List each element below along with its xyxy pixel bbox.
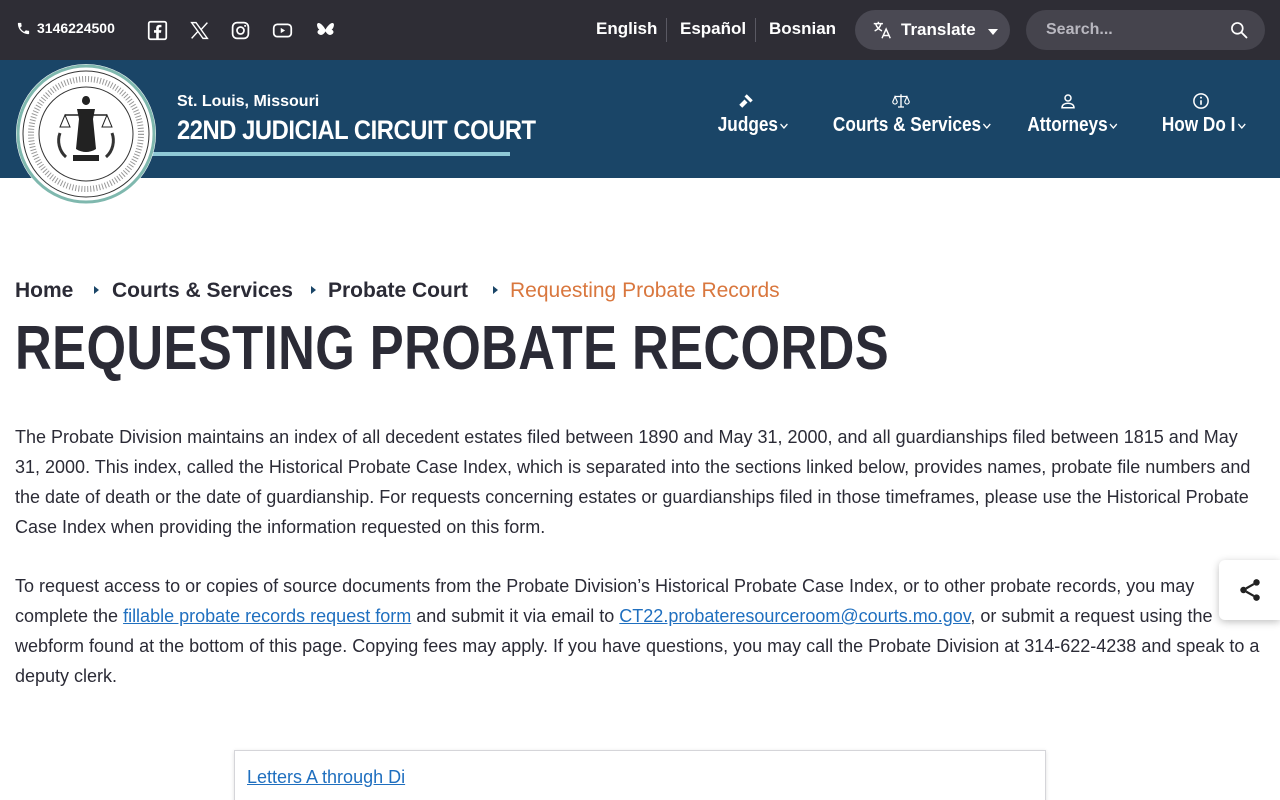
- utility-bar: 3146224500 English Español Bosnian Trans…: [0, 0, 1280, 60]
- intro-paragraph: The Probate Division maintains an index …: [15, 427, 1251, 537]
- chevron-down-icon: [1237, 122, 1246, 129]
- gavel-icon: [739, 94, 753, 108]
- page-title: REQUESTING PROBATE RECORDS: [15, 314, 890, 383]
- lang-espanol[interactable]: Español: [680, 19, 746, 39]
- nav-how-do-i[interactable]: How Do I: [1155, 92, 1247, 137]
- facebook-icon[interactable]: [146, 19, 168, 41]
- paragraph-text: and submit it via email to: [411, 606, 620, 626]
- request-paragraph: To request access to or copies of source…: [15, 571, 1265, 691]
- email-link[interactable]: CT22.probateresourceroom@courts.mo.gov: [619, 606, 970, 626]
- header-accent-line: [150, 152, 510, 156]
- breadcrumb-separator-icon: [493, 286, 498, 294]
- lang-bosnian[interactable]: Bosnian: [769, 19, 836, 39]
- breadcrumb-current: Requesting Probate Records: [510, 279, 780, 302]
- phone-number: 3146224500: [37, 20, 115, 36]
- nav-attorneys[interactable]: Attorneys: [1020, 92, 1118, 137]
- translate-label: Translate: [901, 20, 976, 39]
- divider: [755, 18, 756, 42]
- court-location: St. Louis, Missouri: [177, 93, 320, 110]
- index-links-table: Letters A through Di: [234, 750, 1046, 800]
- chevron-down-icon: [1109, 122, 1118, 129]
- chevron-down-icon: [780, 122, 788, 129]
- court-name[interactable]: 22ND JUDICIAL CIRCUIT COURT: [177, 115, 536, 146]
- request-form-link[interactable]: fillable probate records request form: [123, 606, 411, 626]
- nav-judges[interactable]: Judges: [712, 92, 788, 137]
- translate-button[interactable]: Translate: [855, 10, 1010, 50]
- nav-label: Attorneys: [1027, 114, 1108, 136]
- nav-label: How Do I: [1161, 114, 1236, 136]
- breadcrumb-home[interactable]: Home: [15, 279, 73, 303]
- nav-label: Judges: [717, 114, 778, 136]
- breadcrumb-courts-services[interactable]: Courts & Services: [112, 279, 293, 303]
- search-box: [1026, 10, 1265, 50]
- lang-english[interactable]: English: [596, 19, 657, 39]
- nav-courts-services[interactable]: Courts & Services: [820, 92, 991, 137]
- person-icon: [1060, 94, 1075, 109]
- phone-link[interactable]: 3146224500: [16, 20, 115, 36]
- breadcrumb-separator-icon: [94, 286, 99, 294]
- bluesky-icon[interactable]: [314, 19, 336, 41]
- index-link[interactable]: Letters A through Di: [247, 767, 405, 788]
- phone-icon: [17, 22, 30, 34]
- youtube-icon[interactable]: [271, 19, 293, 41]
- x-icon[interactable]: [188, 19, 210, 41]
- instagram-icon[interactable]: [229, 19, 251, 41]
- court-seal-logo[interactable]: [15, 63, 157, 205]
- search-input[interactable]: [1046, 10, 1226, 50]
- translate-icon: [873, 21, 891, 39]
- divider: [666, 18, 667, 42]
- caret-down-icon: [987, 28, 998, 35]
- chevron-down-icon: [983, 122, 991, 129]
- search-icon[interactable]: [1229, 20, 1249, 40]
- nav-label: Courts & Services: [832, 114, 982, 136]
- info-icon: [1193, 93, 1209, 109]
- share-icon: [1239, 579, 1260, 601]
- breadcrumb-probate-court[interactable]: Probate Court: [328, 279, 468, 303]
- breadcrumb-separator-icon: [311, 286, 316, 294]
- share-button[interactable]: [1219, 560, 1280, 620]
- scales-icon: [892, 94, 910, 108]
